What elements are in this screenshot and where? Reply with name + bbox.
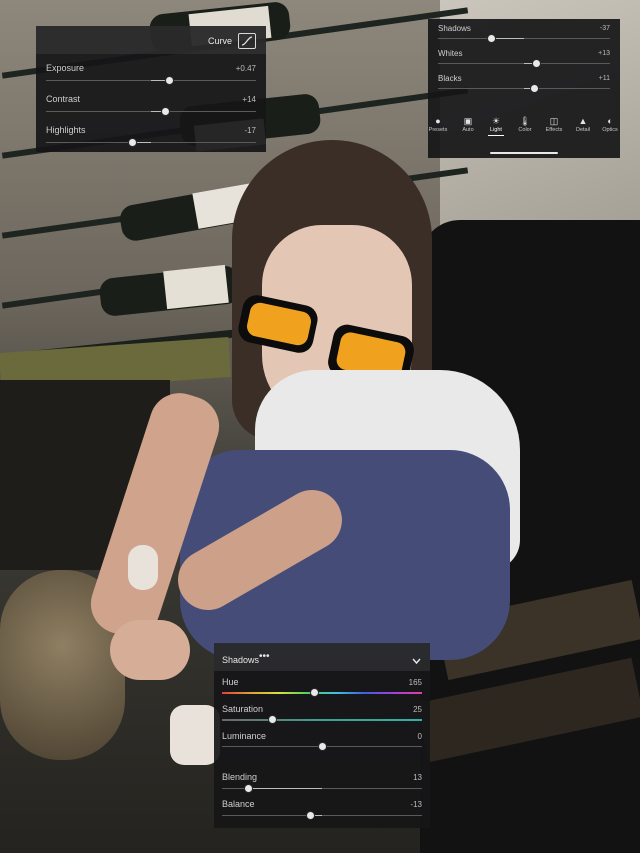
tab-presets[interactable]: ● Presets xyxy=(424,115,452,133)
saturation-label: Saturation xyxy=(222,704,264,714)
highlights-slider[interactable] xyxy=(46,142,256,143)
luminance-label: Luminance xyxy=(222,731,267,741)
balance-slider[interactable] xyxy=(222,815,422,816)
active-tab-underline xyxy=(488,135,504,136)
blending-fill xyxy=(248,788,322,789)
light-icon: ☀ xyxy=(491,116,501,126)
exposure-value: +0.47 xyxy=(235,64,256,73)
blacks-value: +11 xyxy=(598,75,610,82)
more-options-icon[interactable]: ••• xyxy=(259,651,270,662)
balance-knob[interactable] xyxy=(305,811,315,820)
tab-presets-label: Presets xyxy=(428,127,448,133)
contrast-knob[interactable] xyxy=(161,107,171,116)
tab-effects[interactable]: ◫ Effects xyxy=(540,115,568,133)
color-grading-panel: Shadows ••• Hue 165 Saturation 25 Lumina… xyxy=(214,643,430,828)
shadows-slider[interactable] xyxy=(438,38,610,39)
auto-icon: ▣ xyxy=(463,116,473,126)
blending-knob[interactable] xyxy=(243,784,253,793)
effects-icon: ◫ xyxy=(549,116,559,126)
tab-auto[interactable]: ▣ Auto xyxy=(454,115,482,133)
tab-light-label: Light xyxy=(490,127,502,133)
balance-label: Balance xyxy=(222,799,255,809)
shadows-fill xyxy=(491,38,524,39)
shadows-knob[interactable] xyxy=(486,34,496,43)
whites-label: Whites xyxy=(438,49,463,58)
blacks-label: Blacks xyxy=(438,74,462,83)
tab-auto-label: Auto xyxy=(462,127,474,133)
tab-color[interactable]: 🌡 Color xyxy=(511,115,539,133)
grading-title: Shadows xyxy=(222,655,260,665)
home-indicator xyxy=(490,152,558,154)
tab-detail[interactable]: ▲ Detail xyxy=(569,115,597,133)
color-icon: 🌡 xyxy=(519,116,531,126)
curve-icon[interactable] xyxy=(238,33,256,49)
detail-icon: ▲ xyxy=(578,116,588,126)
exposure-knob[interactable] xyxy=(165,76,175,85)
tab-detail-label: Detail xyxy=(575,127,591,133)
contrast-label: Contrast xyxy=(46,94,81,104)
hue-label: Hue xyxy=(222,677,239,687)
shadows-label: Shadows xyxy=(438,24,471,33)
hue-value: 165 xyxy=(408,678,422,687)
highlights-value: -17 xyxy=(244,126,256,135)
saturation-knob[interactable] xyxy=(267,715,277,724)
luminance-knob[interactable] xyxy=(317,742,327,751)
tab-optics[interactable]: ◐ Optics xyxy=(596,115,624,133)
hue-knob[interactable] xyxy=(309,688,319,697)
tab-optics-label: Optics xyxy=(602,127,618,133)
tab-light[interactable]: ☀ Light xyxy=(482,115,510,136)
optics-icon: ◐ xyxy=(607,116,613,126)
shadows-value: -37 xyxy=(599,25,610,32)
blending-value: 13 xyxy=(413,773,422,782)
tab-effects-label: Effects xyxy=(545,127,563,133)
tab-color-label: Color xyxy=(518,127,532,133)
chevron-down-icon[interactable] xyxy=(412,652,421,670)
balance-value: -13 xyxy=(410,800,422,809)
blacks-knob[interactable] xyxy=(529,84,539,93)
exposure-label: Exposure xyxy=(46,63,85,73)
saturation-slider[interactable] xyxy=(222,719,422,721)
light-adjust-panel: Shadows -37 Whites +13 Blacks +11 ● Pres… xyxy=(428,19,620,158)
whites-value: +13 xyxy=(598,50,610,57)
luminance-value: 0 xyxy=(417,732,422,741)
hue-slider[interactable] xyxy=(222,692,422,694)
highlights-label: Highlights xyxy=(46,125,86,135)
curve-adjust-panel: Curve Exposure +0.47 Contrast +14 Highli… xyxy=(36,26,266,152)
blending-label: Blending xyxy=(222,772,258,782)
highlights-knob[interactable] xyxy=(127,138,137,147)
contrast-value: +14 xyxy=(242,95,256,104)
whites-knob[interactable] xyxy=(531,59,541,68)
curve-label: Curve xyxy=(208,36,233,46)
saturation-value: 25 xyxy=(413,705,422,714)
presets-icon: ● xyxy=(435,116,441,126)
